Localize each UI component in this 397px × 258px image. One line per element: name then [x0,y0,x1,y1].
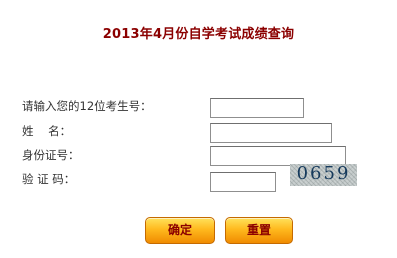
captcha-label: 验 证 码： [22,172,76,186]
captcha-code: 0659 [296,164,351,184]
id-number-input[interactable] [210,146,346,166]
submit-button[interactable]: 确定 [145,217,215,244]
reset-button[interactable]: 重置 [225,217,293,244]
page-title: 2013年4月份自学考试成绩查询 [102,27,295,42]
score-query-form: 2013年4月份自学考试成绩查询 请输入您的12位考生号： 姓 名： 身份证号：… [0,0,397,258]
exam-number-label: 请输入您的12位考生号： [22,99,152,113]
name-input[interactable] [210,123,332,143]
name-label: 姓 名： [22,124,72,138]
id-number-label: 身份证号： [22,148,80,162]
exam-number-input[interactable] [210,98,304,118]
captcha-image[interactable]: 0659 [290,164,357,186]
captcha-input[interactable] [210,172,276,192]
